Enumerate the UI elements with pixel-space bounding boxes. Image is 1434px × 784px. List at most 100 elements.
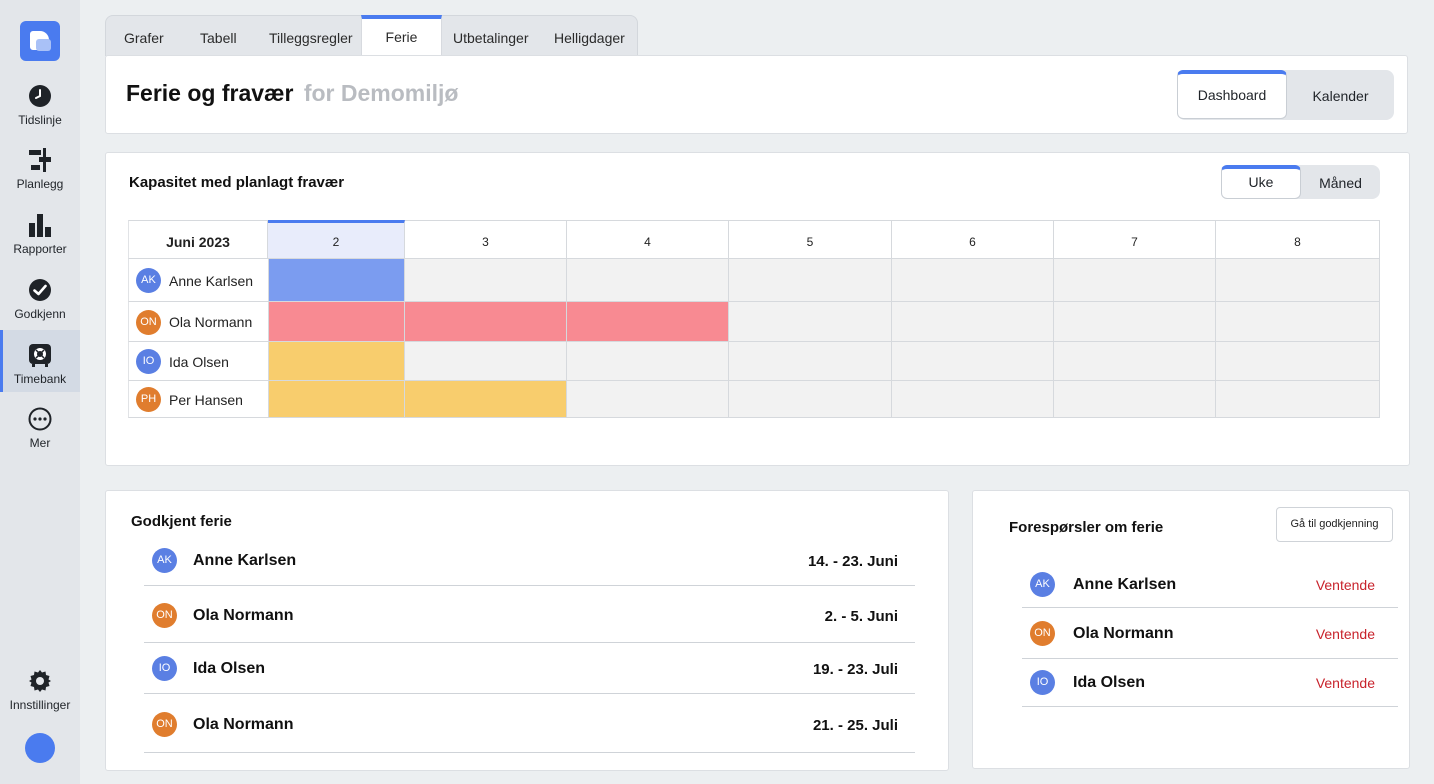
- employee-name: Ola Normann: [193, 716, 294, 733]
- sidebar-item-label: Godkjenn: [14, 307, 66, 321]
- page-title-main: Ferie og fravær: [126, 80, 294, 106]
- date-range: 19. - 23. Juli: [812, 661, 898, 678]
- list-item[interactable]: ON Ola Normann 21. - 25. Juli: [144, 696, 915, 753]
- uke-button[interactable]: Uke: [1221, 165, 1301, 199]
- capacity-cell[interactable]: [729, 381, 892, 418]
- kalender-button[interactable]: Kalender: [1287, 70, 1394, 120]
- sidebar-item-mer[interactable]: Mer: [0, 407, 80, 469]
- day-header[interactable]: 8: [1216, 220, 1380, 259]
- day-header[interactable]: 3: [405, 220, 567, 259]
- capacity-grid: Juni 2023 2 3 4 5 6 7 8 AK Anne Karlsen ON Ola Norm…: [128, 220, 1381, 418]
- avatar[interactable]: [25, 733, 55, 763]
- avatar: ON: [1030, 621, 1055, 646]
- capacity-cell[interactable]: [1054, 259, 1216, 302]
- sidebar-item-rapporter[interactable]: Rapporter: [0, 213, 80, 275]
- avatar: PH: [136, 387, 161, 412]
- capacity-cell[interactable]: [1216, 342, 1380, 381]
- capacity-cell[interactable]: [1216, 259, 1380, 302]
- gear-icon: [29, 670, 51, 692]
- go-to-approval-button[interactable]: Gå til godkjenning: [1276, 507, 1393, 542]
- clock-icon: [29, 85, 51, 107]
- capacity-cell[interactable]: [1216, 302, 1380, 342]
- employee-name: Anne Karlsen: [169, 273, 254, 289]
- page-subtitle: for Demomiljø: [303, 80, 459, 106]
- timebank-icon: [29, 344, 51, 367]
- sidebar-item-planlegg[interactable]: Planlegg: [0, 148, 80, 210]
- bar-chart-icon: [29, 214, 51, 237]
- tab-bar: Grafer Tabell Tilleggsregler Ferie Utbet…: [105, 15, 638, 57]
- view-toggle: Dashboard Kalender: [1177, 70, 1394, 120]
- absence-cell[interactable]: [268, 381, 405, 418]
- day-header[interactable]: 7: [1054, 220, 1216, 259]
- capacity-cell[interactable]: [1054, 302, 1216, 342]
- absence-cell[interactable]: [405, 302, 567, 342]
- capacity-cell[interactable]: [729, 342, 892, 381]
- list-item[interactable]: ON Ola Normann 2. - 5. Juni: [144, 588, 915, 643]
- capacity-cell[interactable]: [892, 342, 1054, 381]
- list-item[interactable]: AK Anne Karlsen Ventende: [1022, 561, 1398, 608]
- capacity-cell[interactable]: [892, 302, 1054, 342]
- employee-name: Per Hansen: [169, 392, 243, 408]
- capacity-title: Kapasitet med planlagt fravær: [129, 174, 345, 191]
- capacity-cell[interactable]: [892, 381, 1054, 418]
- absence-cell[interactable]: [268, 342, 405, 381]
- header-card: Ferie og fravær for Demomiljø Dashboard …: [105, 55, 1408, 134]
- capacity-cell[interactable]: [405, 259, 567, 302]
- tab-helligdager[interactable]: Helligdager: [554, 16, 625, 57]
- sidebar-item-tidslinje[interactable]: Tidslinje: [0, 84, 80, 146]
- sidebar-item-timebank[interactable]: Timebank: [0, 330, 80, 392]
- status-badge: Ventende: [1315, 675, 1375, 691]
- maned-button[interactable]: Måned: [1301, 165, 1380, 199]
- capacity-cell[interactable]: [892, 259, 1054, 302]
- capacity-cell[interactable]: [1054, 381, 1216, 418]
- tab-ferie[interactable]: Ferie: [361, 15, 442, 57]
- day-header[interactable]: 6: [892, 220, 1054, 259]
- date-range: 2. - 5. Juni: [824, 608, 898, 625]
- date-range: 14. - 23. Juni: [807, 553, 898, 570]
- day-header[interactable]: 5: [729, 220, 892, 259]
- employee-name: Ola Normann: [169, 314, 253, 330]
- sidebar-item-label: Timebank: [13, 372, 67, 386]
- tab-tabell[interactable]: Tabell: [200, 16, 237, 57]
- employee-name: Ola Normann: [193, 607, 294, 624]
- capacity-cell[interactable]: [1054, 342, 1216, 381]
- sidebar-item-innstillinger[interactable]: Innstillinger: [0, 669, 80, 731]
- capacity-cell[interactable]: [729, 302, 892, 342]
- absence-cell[interactable]: [268, 302, 405, 342]
- absence-cell[interactable]: [567, 302, 729, 342]
- tab-grafer[interactable]: Grafer: [124, 16, 164, 57]
- capacity-cell[interactable]: [1216, 381, 1380, 418]
- approved-title: Godkjent ferie: [131, 513, 232, 530]
- app-logo[interactable]: [20, 21, 60, 61]
- more-icon: [28, 407, 52, 431]
- list-item[interactable]: IO Ida Olsen 19. - 23. Juli: [144, 644, 915, 694]
- tab-tilleggsregler[interactable]: Tilleggsregler: [269, 16, 353, 57]
- tab-utbetalinger[interactable]: Utbetalinger: [453, 16, 529, 57]
- capacity-cell[interactable]: [729, 259, 892, 302]
- day-header[interactable]: 2: [268, 220, 405, 259]
- requests-card: Forespørsler om ferie Gå til godkjenning…: [972, 490, 1410, 769]
- capacity-cell[interactable]: [567, 342, 729, 381]
- avatar: AK: [1030, 572, 1055, 597]
- dashboard-button[interactable]: Dashboard: [1177, 70, 1287, 119]
- capacity-cell[interactable]: [405, 342, 567, 381]
- absence-cell[interactable]: [268, 259, 405, 302]
- absence-cell[interactable]: [405, 381, 567, 418]
- employee-name: Ida Olsen: [193, 660, 266, 677]
- list-item[interactable]: ON Ola Normann Ventende: [1022, 608, 1398, 659]
- sidebar-item-label: Planlegg: [16, 177, 64, 191]
- employee-name: Ida Olsen: [1073, 674, 1146, 691]
- employee-row-label: ON Ola Normann: [128, 302, 268, 342]
- avatar: AK: [136, 268, 161, 293]
- employee-row-label: IO Ida Olsen: [128, 342, 268, 381]
- approved-card: Godkjent ferie AK Anne Karlsen 14. - 23. J…: [105, 490, 949, 771]
- date-range: 21. - 25. Juli: [812, 717, 898, 734]
- list-item[interactable]: IO Ida Olsen Ventende: [1022, 659, 1398, 707]
- capacity-cell[interactable]: [567, 259, 729, 302]
- capacity-card: Kapasitet med planlagt fravær Uke Måned …: [105, 152, 1410, 466]
- day-header[interactable]: 4: [567, 220, 729, 259]
- list-item[interactable]: AK Anne Karlsen 14. - 23. Juni: [144, 536, 915, 586]
- check-circle-icon: [29, 279, 51, 301]
- capacity-cell[interactable]: [567, 381, 729, 418]
- status-badge: Ventende: [1315, 626, 1375, 642]
